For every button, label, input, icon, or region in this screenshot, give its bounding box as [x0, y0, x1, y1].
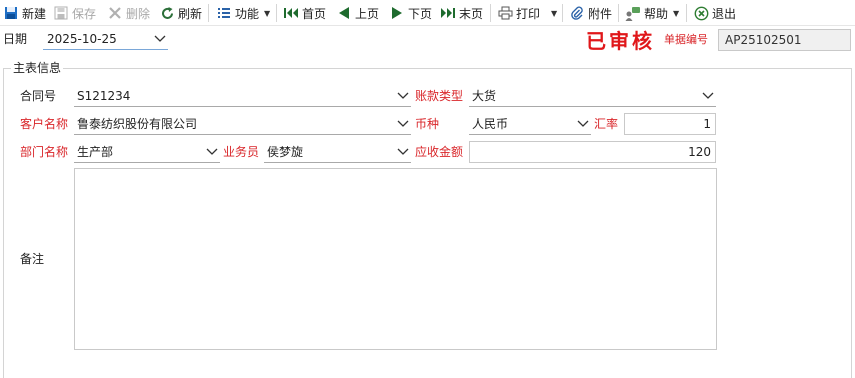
toolbar-separator	[562, 4, 563, 22]
last-page-label: 末页	[459, 6, 484, 21]
chevron-down-icon[interactable]	[700, 88, 716, 104]
new-icon	[3, 5, 19, 21]
dept-value: 生产部	[77, 145, 114, 159]
customer-value: 鲁泰纺织股份有限公司	[77, 117, 198, 131]
date-picker[interactable]: 2025-10-25	[43, 28, 168, 50]
dropdown-caret-icon: ▼	[264, 8, 271, 18]
refresh-icon	[159, 5, 175, 21]
save-button[interactable]: 保存	[53, 3, 96, 23]
dept-label: 部门名称	[20, 145, 69, 159]
dept-combo[interactable]: 生产部	[74, 141, 220, 163]
toolbar-separator	[686, 4, 687, 22]
save-label: 保存	[72, 6, 97, 21]
refresh-label: 刷新	[178, 6, 203, 21]
dropdown-caret-icon: ▼	[673, 8, 680, 18]
currency-label: 币种	[415, 117, 440, 131]
print-menu-button[interactable]: 打印 ▼	[497, 3, 557, 23]
save-icon	[53, 5, 69, 21]
help-menu-button[interactable]: 帮助 ▼	[625, 3, 679, 23]
contract-no-value: S121234	[77, 88, 131, 103]
last-page-button[interactable]: 末页	[440, 3, 483, 23]
prev-page-label: 上页	[355, 6, 380, 21]
help-icon	[625, 5, 641, 21]
amount-label: 应收金额	[415, 145, 464, 159]
dropdown-caret-icon: ▼	[551, 8, 558, 18]
approved-stamp: 已审核	[586, 29, 655, 53]
next-page-icon	[389, 5, 405, 21]
rate-label: 汇率	[594, 117, 619, 131]
chevron-down-icon[interactable]	[395, 88, 411, 104]
date-value: 2025-10-25	[47, 31, 117, 46]
functions-label: 功能	[235, 6, 260, 21]
date-label: 日期	[3, 32, 28, 46]
chevron-down-icon[interactable]	[575, 116, 591, 132]
functions-icon	[216, 5, 232, 21]
first-page-icon	[283, 5, 299, 21]
delete-label: 删除	[126, 6, 151, 21]
chevron-down-icon[interactable]	[395, 144, 411, 160]
first-page-button[interactable]: 首页	[283, 3, 326, 23]
prev-page-icon	[336, 5, 352, 21]
functions-menu-button[interactable]: 功能 ▼	[216, 3, 270, 23]
print-label: 打印	[516, 6, 541, 21]
doc-no-label: 单据编号	[664, 33, 708, 46]
exit-button[interactable]: 退出	[693, 3, 736, 23]
toolbar: 新建 保存 删除 刷新 功能 ▼ 首页 上页 下页 末页 打印 ▼ 附件 帮助 …	[0, 0, 855, 26]
exit-icon	[693, 5, 709, 21]
contract-no-label: 合同号	[20, 89, 57, 103]
attachment-label: 附件	[588, 6, 613, 21]
contract-no-combo[interactable]: S121234	[74, 85, 411, 107]
customer-combo[interactable]: 鲁泰纺织股份有限公司	[74, 113, 411, 135]
currency-combo[interactable]: 人民币	[469, 113, 591, 135]
help-label: 帮助	[644, 6, 669, 21]
currency-value: 人民币	[472, 117, 509, 131]
last-page-icon	[440, 5, 456, 21]
remark-textarea[interactable]	[74, 168, 717, 350]
toolbar-separator	[208, 4, 209, 22]
customer-label: 客户名称	[20, 117, 69, 131]
remark-label: 备注	[20, 252, 45, 266]
chevron-down-icon[interactable]	[152, 31, 168, 47]
salesman-combo[interactable]: 侯梦旋	[264, 141, 411, 163]
payment-type-combo[interactable]: 大货	[469, 85, 716, 107]
chevron-down-icon[interactable]	[395, 116, 411, 132]
new-button[interactable]: 新建	[3, 3, 46, 23]
toolbar-separator	[618, 4, 619, 22]
print-icon	[497, 5, 513, 21]
next-page-button[interactable]: 下页	[389, 3, 432, 23]
salesman-label: 业务员	[223, 145, 260, 159]
doc-no-field: AP25102501	[718, 29, 851, 51]
chevron-down-icon[interactable]	[204, 144, 220, 160]
rate-input[interactable]: 1	[624, 113, 716, 135]
new-label: 新建	[22, 6, 47, 21]
delete-icon	[107, 5, 123, 21]
salesman-value: 侯梦旋	[267, 145, 304, 159]
amount-input[interactable]: 120	[469, 141, 716, 163]
first-page-label: 首页	[302, 6, 327, 21]
refresh-button[interactable]: 刷新	[159, 3, 202, 23]
attachment-icon	[569, 5, 585, 21]
group-title: 主表信息	[11, 60, 64, 76]
prev-page-button[interactable]: 上页	[336, 3, 379, 23]
next-page-label: 下页	[408, 6, 433, 21]
toolbar-separator	[490, 4, 491, 22]
toolbar-separator	[276, 4, 277, 22]
payment-type-label: 账款类型	[415, 89, 464, 103]
exit-label: 退出	[712, 6, 737, 21]
delete-button[interactable]: 删除	[107, 3, 150, 23]
attachment-button[interactable]: 附件	[569, 3, 612, 23]
payment-type-value: 大货	[472, 89, 497, 103]
